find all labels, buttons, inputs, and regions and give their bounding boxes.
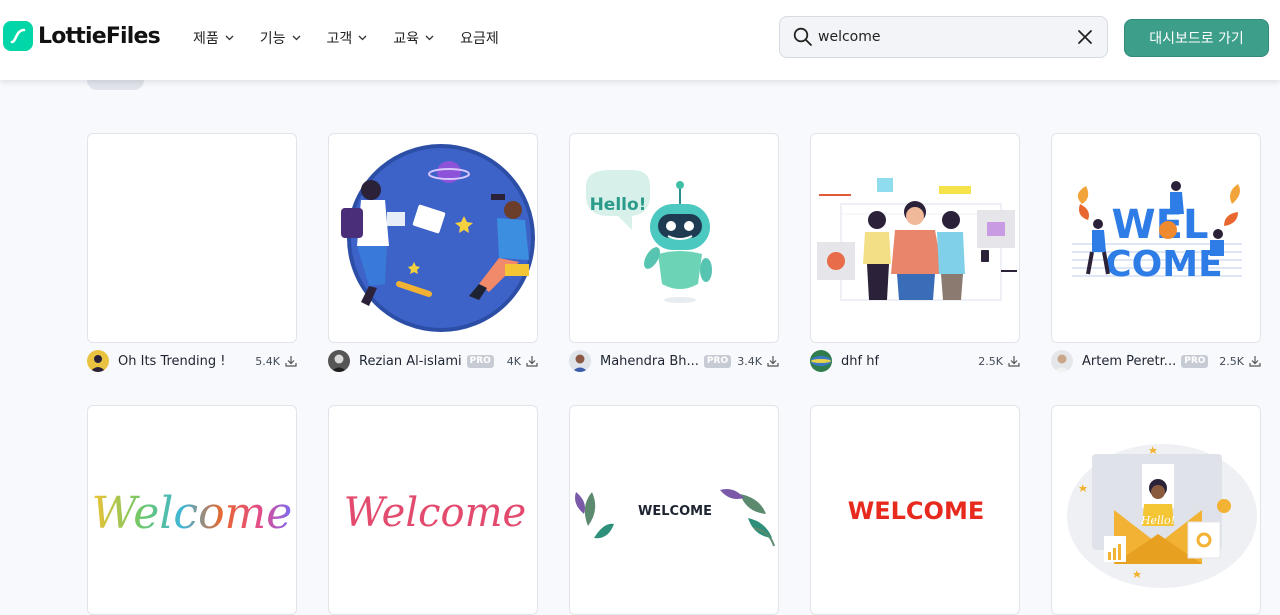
- logo-mark-icon: [3, 21, 33, 51]
- hello-bubble-text: Hello!: [590, 195, 647, 215]
- author-name[interactable]: Artem Peretr...: [1082, 354, 1176, 369]
- welcome-script-text: Welcome: [344, 490, 526, 536]
- nav-label: 요금제: [460, 31, 499, 47]
- nav-label: 고객: [326, 31, 353, 47]
- close-icon[interactable]: [1077, 29, 1093, 45]
- download-count-value: 5.4K: [255, 354, 280, 368]
- animation-card-9[interactable]: WELCOME: [810, 405, 1020, 615]
- pro-badge: PRO: [1181, 354, 1209, 368]
- animation-card-3[interactable]: Hello!: [569, 133, 779, 343]
- download-count-value: 2.5K: [978, 354, 1003, 368]
- animation-preview: Hello!: [586, 170, 712, 303]
- welcome-rainbow-text: Welcome: [92, 488, 293, 539]
- animation-card-1[interactable]: [87, 133, 297, 343]
- nav-customers[interactable]: 고객: [327, 28, 368, 48]
- animation-card-8[interactable]: WELCOME: [569, 405, 779, 615]
- card-meta-3: Mahendra Bh... PRO 3.4K: [569, 349, 779, 373]
- brand-name: LottieFiles: [38, 23, 161, 49]
- download-icon[interactable]: [767, 355, 779, 367]
- search-icon: [793, 27, 812, 46]
- author-name[interactable]: Rezian Al-islami: [359, 354, 462, 369]
- download-count-value: 2.5K: [1219, 354, 1244, 368]
- chevron-down-icon: [425, 35, 434, 41]
- nav-education[interactable]: 교육: [393, 28, 434, 48]
- author-name[interactable]: Mahendra Bh...: [600, 354, 699, 369]
- main-nav: 제품 기능 고객 교육 요금제: [193, 28, 525, 48]
- animation-preview: Welcome: [344, 490, 526, 536]
- nav-label: 교육: [393, 31, 420, 47]
- wel-text: WEL: [1112, 202, 1209, 248]
- animation-card-7[interactable]: Welcome: [328, 405, 538, 615]
- card-meta-5: Artem Peretr... PRO 2.5K: [1051, 349, 1261, 373]
- nav-label: 기능: [259, 31, 286, 47]
- nav-features[interactable]: 기능: [260, 28, 301, 48]
- chevron-down-icon: [225, 35, 234, 41]
- come-text: COME: [1105, 244, 1222, 285]
- chevron-down-icon: [292, 35, 300, 41]
- card-meta-2: Rezian Al-islami PRO 4K: [328, 349, 538, 373]
- dashboard-button[interactable]: 대시보드로 가기: [1124, 19, 1269, 57]
- animation-preview: Hello!: [1067, 444, 1257, 588]
- download-icon[interactable]: [285, 355, 297, 367]
- avatar[interactable]: [810, 350, 832, 372]
- pro-badge: PRO: [703, 354, 732, 368]
- avatar[interactable]: [569, 350, 591, 372]
- animation-preview: [88, 134, 297, 343]
- download-icon[interactable]: [1008, 355, 1020, 367]
- download-count: 2.5K: [1219, 355, 1261, 368]
- search-input[interactable]: [818, 26, 1058, 48]
- animation-preview: WELCOME: [848, 497, 984, 525]
- nav-products[interactable]: 제품: [193, 28, 234, 48]
- animation-card-4[interactable]: [810, 133, 1020, 343]
- author-name[interactable]: Oh Its Trending !: [118, 354, 225, 369]
- welcome-red-text: WELCOME: [848, 497, 984, 525]
- hello-envelope-text: Hello!: [1140, 514, 1175, 527]
- nav-label: 제품: [193, 31, 219, 47]
- animation-card-6[interactable]: Welcome: [87, 405, 297, 615]
- animation-preview: [341, 144, 535, 332]
- animation-card-10[interactable]: Hello!: [1051, 405, 1261, 615]
- animation-preview: WEL COME: [1072, 181, 1242, 285]
- download-count-value: 4K: [506, 354, 521, 368]
- top-header: LottieFiles 제품 기능 고객 교육 요금제 대시보드로 가기: [0, 0, 1280, 80]
- nav-pricing[interactable]: 요금제: [460, 28, 499, 48]
- download-icon[interactable]: [1249, 355, 1261, 367]
- download-count: 3.4K: [737, 355, 779, 368]
- download-count-value: 3.4K: [737, 354, 762, 368]
- card-meta-4: dhf hf 2.5K: [810, 349, 1020, 373]
- card-meta-1: Oh Its Trending ! 5.4K: [87, 349, 297, 373]
- animation-card-2[interactable]: [328, 133, 538, 343]
- avatar[interactable]: [328, 350, 350, 372]
- animation-preview: Welcome: [92, 488, 293, 539]
- welcome-caps-text: WELCOME: [638, 504, 712, 519]
- author-name[interactable]: dhf hf: [841, 354, 879, 369]
- download-icon[interactable]: [526, 355, 538, 367]
- download-count: 4K: [507, 355, 538, 368]
- chevron-down-icon: [358, 35, 367, 41]
- avatar[interactable]: [1051, 350, 1073, 372]
- animation-preview: WELCOME: [575, 489, 775, 547]
- pro-badge: PRO: [466, 354, 494, 368]
- animation-card-5[interactable]: WEL COME: [1051, 133, 1261, 343]
- avatar[interactable]: [87, 350, 109, 372]
- animation-preview: [817, 178, 1017, 301]
- download-count: 5.4K: [255, 355, 297, 368]
- lottiefiles-logo[interactable]: LottieFiles: [3, 20, 161, 52]
- download-count: 2.5K: [978, 355, 1020, 368]
- search-box: [779, 16, 1108, 58]
